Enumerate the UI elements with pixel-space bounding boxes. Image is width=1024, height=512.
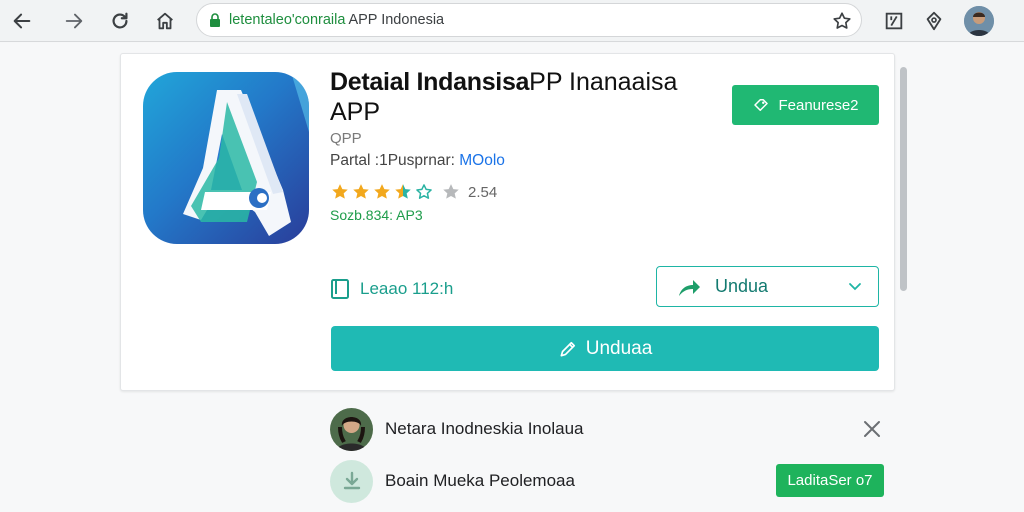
- app-partner: Partal :1Pusprnar: MOolo: [330, 152, 505, 170]
- partner-link[interactable]: MOolo: [459, 152, 505, 169]
- address-bar[interactable]: letentaleo'conraila APP Indonesia: [196, 3, 862, 37]
- partner-label: Partal :1Pusprnar:: [330, 152, 460, 169]
- list-item[interactable]: Boain Mueka Peolemoaa LaditaSer o7: [330, 459, 890, 503]
- star-icon[interactable]: [831, 10, 853, 32]
- back-button[interactable]: [8, 7, 36, 35]
- download-button-label: Unduaa: [585, 337, 653, 359]
- profile-avatar[interactable]: [964, 6, 994, 36]
- close-icon[interactable]: [863, 420, 881, 438]
- star-outline-icon: [416, 184, 432, 199]
- forward-button[interactable]: [60, 7, 88, 35]
- app-size: Sozb.834: AP3: [330, 207, 423, 223]
- star-half-icon: [395, 184, 411, 199]
- star-full-icon: [353, 184, 369, 199]
- download-button[interactable]: Unduaa: [331, 326, 879, 371]
- star-full-icon: [332, 184, 348, 199]
- book-icon: [331, 279, 349, 299]
- feature-button-label: Feanurese2: [778, 96, 859, 114]
- reload-icon: [112, 12, 128, 29]
- extension-button[interactable]: [880, 7, 908, 35]
- feature-button[interactable]: Feanurese2: [732, 85, 879, 125]
- url-host: letentaleo'conraila: [229, 12, 346, 28]
- forward-icon: [65, 13, 83, 29]
- shield-icon: [926, 11, 942, 31]
- app-title-thin: PP Inanaaisa: [529, 68, 678, 96]
- chevron-down-icon: [849, 283, 861, 291]
- app-logo: [143, 72, 309, 244]
- download-outline-label: Undua: [715, 276, 769, 296]
- lead-info: Leaao 112:h: [330, 278, 453, 300]
- download-avatar-icon: [330, 459, 373, 503]
- shield-button[interactable]: [920, 7, 948, 35]
- star-full-icon: [374, 184, 390, 199]
- app-title-bold: Detaial Indansisa: [330, 68, 530, 96]
- rating-value: 2.54: [468, 183, 498, 201]
- app-rating: 2.54: [330, 182, 497, 202]
- avatar: [330, 407, 373, 451]
- list-item-name: Netara Inodneskia Inolaua: [385, 419, 584, 438]
- page-content: Detaial IndansisaPP Inanaaisa APP QPP Pa…: [0, 43, 1024, 512]
- home-icon: [157, 12, 173, 30]
- tag-icon: [754, 99, 769, 111]
- reload-button[interactable]: [106, 7, 134, 35]
- browser-toolbar: letentaleo'conraila APP Indonesia: [0, 0, 1024, 42]
- pencil-icon: [560, 341, 575, 356]
- back-icon: [13, 13, 31, 29]
- star-gray-icon: [443, 184, 459, 199]
- list-item-name: Boain Mueka Peolemoaa: [385, 471, 575, 490]
- arrow-share-icon: [679, 279, 700, 296]
- extension-icon: [885, 12, 903, 30]
- list-item[interactable]: Netara Inodneskia Inolaua: [330, 407, 890, 451]
- url-path: APP Indonesia: [348, 12, 445, 28]
- download-outline-button[interactable]: Undua: [656, 266, 879, 307]
- app-title: Detaial IndansisaPP Inanaaisa: [330, 68, 690, 97]
- app-title-line2: APP: [330, 98, 381, 126]
- scrollbar-thumb[interactable]: [900, 67, 907, 291]
- app-developer: QPP: [330, 130, 362, 147]
- app-detail-card: Detaial IndansisaPP Inanaaisa APP QPP Pa…: [120, 53, 895, 391]
- lock-icon: [210, 13, 220, 27]
- lead-text: Leaao 112:h: [360, 279, 454, 298]
- list-action-button[interactable]: LaditaSer o7: [776, 464, 884, 497]
- home-button[interactable]: [151, 7, 179, 35]
